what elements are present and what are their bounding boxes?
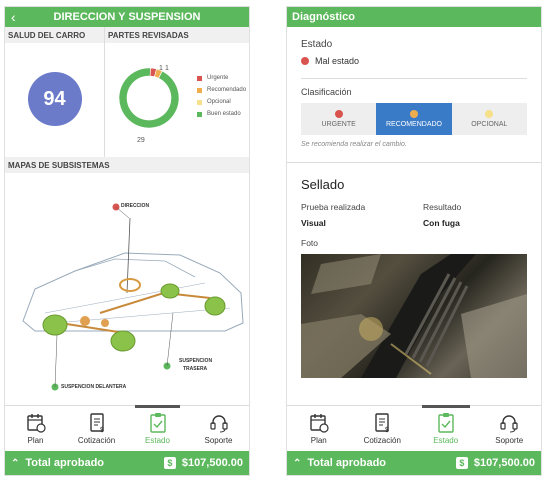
- bottom-nav: Plan $ Cotización Estado Soporte: [5, 405, 249, 451]
- health-section: SALUD DEL CARRO 94: [5, 27, 105, 157]
- legend-swatch: [197, 87, 202, 93]
- parts-header: PARTES REVISADAS: [105, 27, 249, 43]
- nav-plan-label: Plan: [27, 436, 44, 445]
- resultado-label: Resultado: [423, 202, 462, 212]
- nav-soporte-label: Soporte: [204, 436, 233, 445]
- chart-legend: Urgente Recomendado Opcional Buen estado: [197, 75, 246, 123]
- prueba-label: Prueba realizada: [301, 202, 366, 212]
- legend-swatch: [197, 99, 202, 105]
- estado-status: Mal estado: [301, 56, 527, 66]
- clipboard-icon: [149, 413, 166, 433]
- subsystem-map: DIRECCION SUSPENCION TRASERA SUSPENCION …: [5, 173, 249, 395]
- dollar-icon: $: [163, 457, 176, 469]
- sellado-photo[interactable]: [301, 254, 527, 378]
- dollar-icon: $: [455, 457, 468, 469]
- calendar-icon: [26, 414, 46, 433]
- summary-row: SALUD DEL CARRO 94 PARTES REVISADAS 1 1 …: [5, 27, 249, 157]
- opcional-dot-icon: [485, 110, 494, 118]
- nav-estado-label: Estado: [433, 436, 459, 445]
- slice-label-buen: 29: [137, 137, 145, 144]
- nav-plan[interactable]: Plan: [5, 406, 66, 451]
- total-bar[interactable]: ⌃ Total aprobado $ $107,500.00: [287, 451, 541, 475]
- page-title: DIRECCION Y SUSPENSION: [53, 11, 201, 23]
- legend-swatch: [197, 111, 202, 117]
- legend-item-opcional: Opcional: [197, 99, 246, 105]
- direccion-suspension-screen: ‹ DIRECCION Y SUSPENSION SALUD DEL CARRO…: [4, 6, 250, 476]
- headset-icon: [500, 415, 518, 433]
- total-amount: $107,500.00: [181, 457, 243, 469]
- test-details: Prueba realizada Visual Resultado Con fu…: [301, 202, 527, 228]
- header-bar: ‹ DIRECCION Y SUSPENSION: [5, 7, 249, 27]
- steering-rack-boot-image: [301, 254, 527, 378]
- total-amount: $107,500.00: [473, 457, 535, 469]
- item-title: Sellado: [301, 177, 345, 192]
- clasificacion-label: Clasificación: [301, 87, 352, 97]
- legend-label: Opcional: [207, 99, 231, 105]
- chevron-up-icon[interactable]: ⌃: [293, 458, 301, 469]
- invoice-icon: $: [89, 413, 104, 434]
- parts-section: PARTES REVISADAS 1 1 29 Urgente Recomenda…: [105, 27, 249, 157]
- health-score: 94: [27, 72, 82, 126]
- header-bar: Diagnóstico: [287, 7, 541, 27]
- estado-label: Estado: [301, 39, 333, 50]
- health-header: SALUD DEL CARRO: [5, 27, 104, 43]
- invoice-icon: $: [375, 413, 389, 434]
- diagnostico-screen: Diagnóstico Estado Mal estado Clasificac…: [286, 6, 542, 476]
- back-icon[interactable]: ‹: [11, 9, 16, 25]
- calendar-icon: [310, 414, 329, 433]
- map-label-suspension-trasera-1: SUSPENCION: [179, 358, 213, 364]
- nav-soporte[interactable]: Soporte: [478, 406, 542, 451]
- page-title: Diagnóstico: [292, 11, 355, 23]
- estado-value: Mal estado: [315, 56, 360, 66]
- donut-slice-buen-estado: [118, 67, 180, 129]
- nav-estado[interactable]: Estado: [414, 405, 478, 451]
- map-label-direccion: DIRECCION: [121, 203, 150, 209]
- slice-label-urgente: 1: [159, 65, 163, 72]
- urgente-dot-icon: [334, 110, 343, 118]
- nav-cotizacion-label: Cotización: [363, 436, 401, 445]
- nav-soporte-label: Soporte: [495, 436, 524, 445]
- legend-label: Urgente: [207, 75, 229, 81]
- slice-label-recomendado: 1: [165, 65, 169, 72]
- recommendation-text: Se recomienda realizar el cambio.: [301, 141, 407, 148]
- recomendado-dot-icon: [409, 110, 418, 118]
- total-label: Total aprobado: [307, 457, 387, 469]
- legend-item-recomendado: Recomendado: [197, 87, 246, 93]
- nav-cotizacion[interactable]: $ Cotización: [351, 406, 415, 451]
- option-urgente[interactable]: URGENTE: [301, 103, 377, 135]
- foto-label: Foto: [301, 238, 319, 248]
- chevron-up-icon[interactable]: ⌃: [11, 458, 19, 469]
- legend-item-buen-estado: Buen estado: [197, 111, 246, 117]
- svg-text:$: $: [385, 427, 389, 434]
- resultado-value: Con fuga: [423, 218, 460, 228]
- total-label: Total aprobado: [25, 457, 105, 469]
- nav-soporte[interactable]: Soporte: [188, 406, 249, 451]
- parts-donut-chart: 1 1 29: [118, 65, 180, 144]
- maps-header: MAPAS DE SUBSISTEMAS: [5, 157, 249, 173]
- option-recomendado[interactable]: RECOMENDADO: [376, 103, 452, 135]
- clasificacion-selector: URGENTE RECOMENDADO OPCIONAL: [301, 103, 527, 135]
- legend-label: Buen estado: [207, 111, 241, 117]
- nav-plan[interactable]: Plan: [287, 406, 351, 451]
- legend-swatch: [197, 75, 202, 81]
- clipboard-icon: [438, 413, 454, 433]
- option-opcional[interactable]: OPCIONAL: [451, 103, 527, 135]
- status-dot-icon: [301, 57, 309, 65]
- nav-estado-label: Estado: [145, 436, 170, 445]
- svg-text:$: $: [100, 427, 104, 434]
- nav-estado[interactable]: Estado: [127, 405, 188, 451]
- legend-item-urgente: Urgente: [197, 75, 246, 81]
- map-label-suspension-delantera: SUSPENCION DELANTERA: [61, 384, 127, 390]
- nav-cotizacion-label: Cotización: [77, 436, 116, 445]
- nav-plan-label: Plan: [310, 436, 327, 445]
- health-score-value: 94: [43, 87, 66, 110]
- nav-cotizacion[interactable]: $ Cotización: [66, 406, 127, 451]
- total-bar[interactable]: ⌃ Total aprobado $ $107,500.00: [5, 451, 249, 475]
- map-label-suspension-trasera-2: TRASERA: [183, 366, 208, 372]
- prueba-value: Visual: [301, 218, 326, 228]
- diagnosis-content: Estado Mal estado Clasificación URGENTE …: [287, 27, 541, 378]
- headset-icon: [209, 415, 228, 433]
- bottom-nav: Plan $ Cotización Estado Soporte: [287, 405, 541, 451]
- legend-label: Recomendado: [207, 87, 247, 93]
